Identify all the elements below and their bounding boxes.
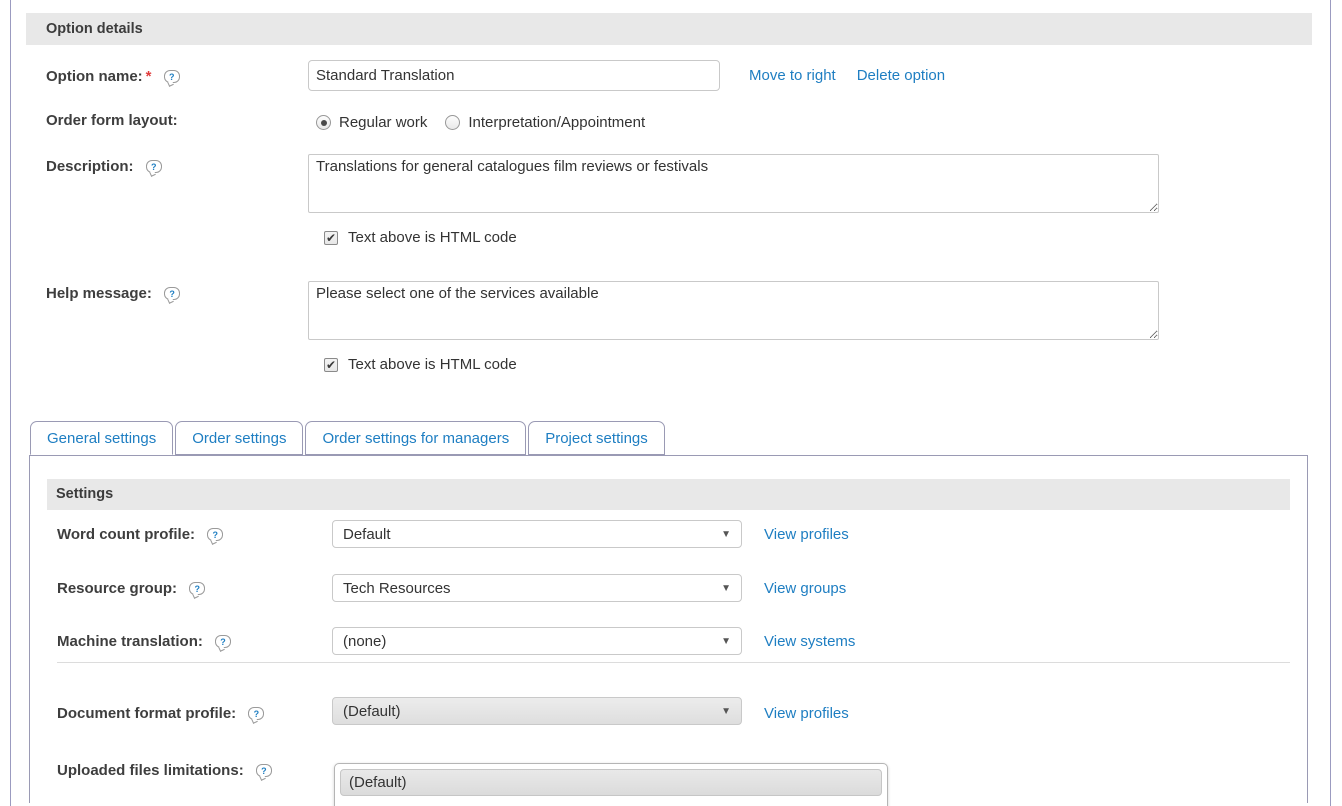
help-message-html-checkbox-row: ✔ Text above is HTML code [11, 356, 1330, 373]
required-asterisk: * [146, 68, 152, 85]
description-label-col: Description: ? [46, 154, 308, 175]
chevron-down-icon: ▼ [721, 706, 731, 717]
document-format-profile-label: Document format profile: [57, 705, 236, 722]
option-name-label-col: Option name:* ? [46, 60, 308, 85]
machine-translation-select[interactable]: (none) ▼ [332, 627, 742, 655]
description-html-checkbox-label: Text above is HTML code [348, 229, 517, 246]
description-html-checkbox-row: ✔ Text above is HTML code [11, 229, 1330, 246]
document-format-profile-row: Document format profile: ? (Default) ▼ V… [47, 697, 1290, 725]
tab-order-settings[interactable]: Order settings [175, 421, 303, 455]
document-format-profile-select[interactable]: (Default) ▼ [332, 697, 742, 725]
radio-interpretation-appointment-label: Interpretation/Appointment [468, 114, 645, 131]
description-textarea[interactable]: Translations for general catalogues film… [308, 154, 1159, 213]
view-systems-link[interactable]: View systems [764, 627, 855, 650]
resource-group-row: Resource group: ? Tech Resources ▼ View … [47, 574, 1290, 602]
help-icon[interactable]: ? [207, 528, 223, 541]
resource-group-label-col: Resource group: ? [57, 574, 332, 597]
description-row: Description: ? Translations for general … [11, 154, 1330, 213]
description-html-checkbox[interactable]: ✔ [324, 231, 338, 245]
dropdown-option-project-template-profile[interactable]: Project template profile [340, 796, 882, 806]
help-message-label: Help message: [46, 285, 152, 302]
help-icon[interactable]: ? [248, 707, 264, 720]
view-profiles-link[interactable]: View profiles [764, 520, 849, 543]
settings-tabs: General settings Order settings Order se… [30, 421, 1330, 455]
chevron-down-icon: ▼ [721, 636, 731, 647]
general-settings-panel: Settings Word count profile: ? Default ▼… [29, 455, 1308, 803]
option-details-container: Option details Option name:* ? Move to r… [10, 0, 1331, 806]
option-name-row: Option name:* ? Move to right Delete opt… [11, 60, 1330, 91]
help-message-label-col: Help message: ? [46, 281, 308, 302]
option-details-header: Option details [26, 13, 1312, 45]
document-format-profile-label-col: Document format profile: ? [57, 697, 332, 722]
view-profiles-link-2[interactable]: View profiles [764, 697, 849, 722]
machine-translation-label-col: Machine translation: ? [57, 627, 332, 650]
description-label: Description: [46, 158, 134, 175]
order-form-layout-row: Order form layout: Regular work Interpre… [11, 112, 1330, 131]
settings-section-title: Settings [56, 486, 113, 502]
delete-option-link[interactable]: Delete option [857, 60, 945, 91]
chevron-down-icon: ▼ [721, 529, 731, 540]
word-count-profile-label-col: Word count profile: ? [57, 520, 332, 543]
word-count-profile-row: Word count profile: ? Default ▼ View pro… [47, 520, 1290, 548]
resource-group-select[interactable]: Tech Resources ▼ [332, 574, 742, 602]
option-details-title: Option details [46, 21, 143, 37]
help-icon[interactable]: ? [146, 160, 162, 173]
radio-regular-work-label: Regular work [339, 114, 427, 131]
resource-group-label: Resource group: [57, 580, 177, 597]
word-count-profile-label: Word count profile: [57, 526, 195, 543]
help-icon[interactable]: ? [256, 764, 272, 777]
radio-interpretation-appointment[interactable] [445, 115, 460, 130]
machine-translation-value: (none) [343, 633, 386, 650]
help-message-row: Help message: ? Please select one of the… [11, 281, 1330, 340]
help-icon[interactable]: ? [215, 635, 231, 648]
dropdown-option-default[interactable]: (Default) [340, 769, 882, 796]
tab-general-settings[interactable]: General settings [30, 421, 173, 455]
view-groups-link[interactable]: View groups [764, 574, 846, 597]
section-divider [57, 662, 1290, 663]
order-form-layout-label: Order form layout: [46, 112, 178, 129]
tab-project-settings[interactable]: Project settings [528, 421, 665, 455]
option-name-input[interactable] [308, 60, 720, 91]
move-to-right-link[interactable]: Move to right [749, 60, 836, 91]
help-icon[interactable]: ? [189, 582, 205, 595]
uploaded-files-limitations-label: Uploaded files limitations: [57, 762, 244, 779]
help-message-html-checkbox[interactable]: ✔ [324, 358, 338, 372]
machine-translation-label: Machine translation: [57, 633, 203, 650]
chevron-down-icon: ▼ [721, 583, 731, 594]
help-message-html-checkbox-label: Text above is HTML code [348, 356, 517, 373]
document-format-profile-dropdown: (Default) Project template profile [334, 763, 888, 806]
resource-group-value: Tech Resources [343, 580, 451, 597]
option-name-label: Option name: [46, 68, 143, 85]
radio-regular-work[interactable] [316, 115, 331, 130]
uploaded-files-limitations-label-col: Uploaded files limitations: ? [57, 762, 332, 779]
document-format-section: Document format profile: ? (Default) ▼ V… [47, 697, 1290, 779]
help-icon[interactable]: ? [164, 287, 180, 300]
word-count-profile-value: Default [343, 526, 391, 543]
order-form-layout-label-col: Order form layout: [46, 112, 308, 129]
tab-order-settings-for-managers[interactable]: Order settings for managers [305, 421, 526, 455]
word-count-profile-select[interactable]: Default ▼ [332, 520, 742, 548]
settings-section-header: Settings [47, 479, 1290, 510]
help-icon[interactable]: ? [164, 70, 180, 83]
help-message-textarea[interactable]: Please select one of the services availa… [308, 281, 1159, 340]
machine-translation-row: Machine translation: ? (none) ▼ View sys… [47, 627, 1290, 655]
order-form-layout-radio-group: Regular work Interpretation/Appointment [308, 112, 663, 131]
document-format-profile-value: (Default) [343, 703, 401, 720]
